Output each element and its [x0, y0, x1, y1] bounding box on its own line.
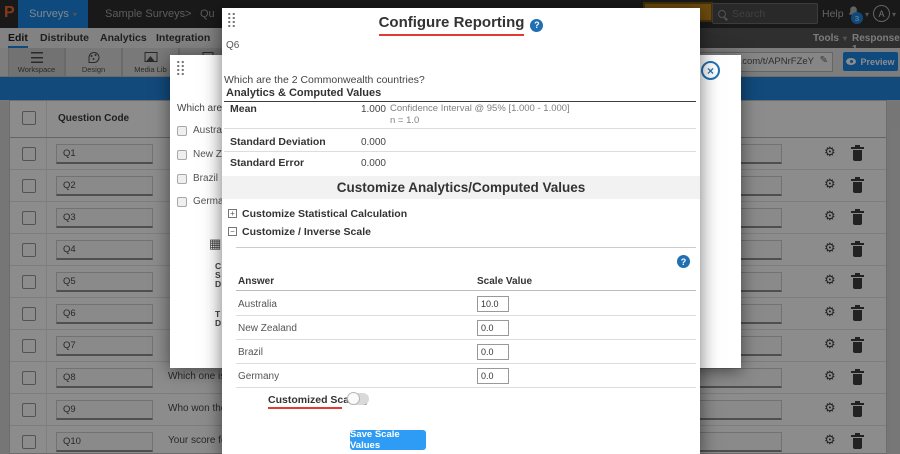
- expand-plus-icon[interactable]: +: [228, 209, 237, 218]
- clipped-text-fragment: D: [215, 318, 221, 328]
- answer-label: Germany: [238, 371, 279, 382]
- divider: [236, 315, 696, 316]
- scale-value-input[interactable]: [477, 368, 509, 384]
- answer-label: Brazil: [238, 347, 263, 358]
- answer-column-header: Answer: [238, 276, 274, 287]
- grid-icon: ▦: [209, 237, 221, 250]
- clipped-text-fragment: D: [215, 279, 221, 289]
- option-label: Brazil: [193, 173, 218, 184]
- configure-reporting-dialog: Configure Reporting ? Q6 Which are the 2…: [222, 8, 700, 454]
- divider: [236, 363, 696, 364]
- question-code: Q6: [226, 40, 239, 51]
- dialog-title: Configure Reporting: [379, 14, 525, 36]
- divider: [236, 290, 696, 291]
- stat-note: Confidence Interval @ 95% [1.000 - 1.000…: [390, 103, 570, 114]
- stat-value: 1.000: [352, 104, 386, 115]
- divider: [236, 339, 696, 340]
- stat-value: 0.000: [352, 137, 386, 148]
- option-checkbox[interactable]: [177, 126, 187, 136]
- save-scale-values-button[interactable]: Save Scale Values: [350, 430, 426, 450]
- close-icon[interactable]: ×: [701, 61, 720, 80]
- scale-value-input[interactable]: [477, 320, 509, 336]
- scale-value-column-header: Scale Value: [477, 276, 532, 287]
- divider: [224, 101, 696, 102]
- section-customize-inverse-scale[interactable]: Customize / Inverse Scale: [242, 226, 371, 238]
- scale-value-input[interactable]: [477, 344, 509, 360]
- stat-label: Standard Error: [230, 157, 304, 169]
- help-icon[interactable]: ?: [530, 19, 543, 32]
- red-underline: [268, 407, 342, 409]
- divider: [224, 151, 696, 152]
- analytics-section-header: Analytics & Computed Values: [226, 87, 381, 99]
- scale-value-input[interactable]: [477, 296, 509, 312]
- drag-handle-icon[interactable]: [176, 60, 185, 75]
- stat-label: Standard Deviation: [230, 136, 326, 148]
- divider: [236, 247, 696, 248]
- stat-value: 0.000: [352, 158, 386, 169]
- option-checkbox[interactable]: [177, 197, 187, 207]
- divider: [224, 128, 696, 129]
- answer-label: Australia: [238, 299, 277, 310]
- stat-note: n = 1.0: [390, 115, 419, 126]
- option-checkbox[interactable]: [177, 174, 187, 184]
- divider: [236, 387, 696, 388]
- collapse-minus-icon[interactable]: −: [228, 227, 237, 236]
- customized-scaling-toggle[interactable]: [347, 393, 369, 405]
- app-root: P Surveys ▾ Sample Surveys > Qu Help 3 ▾…: [0, 0, 900, 454]
- toggle-knob: [347, 392, 360, 405]
- customize-section-header: Customize Analytics/Computed Values: [222, 176, 700, 199]
- answer-label: New Zealand: [238, 323, 297, 334]
- stat-label: Mean: [230, 103, 257, 115]
- option-checkbox[interactable]: [177, 150, 187, 160]
- section-customize-statistical[interactable]: Customize Statistical Calculation: [242, 208, 407, 220]
- question-text: Which are the 2 Commonwealth countries?: [224, 74, 425, 86]
- help-icon[interactable]: ?: [677, 255, 690, 268]
